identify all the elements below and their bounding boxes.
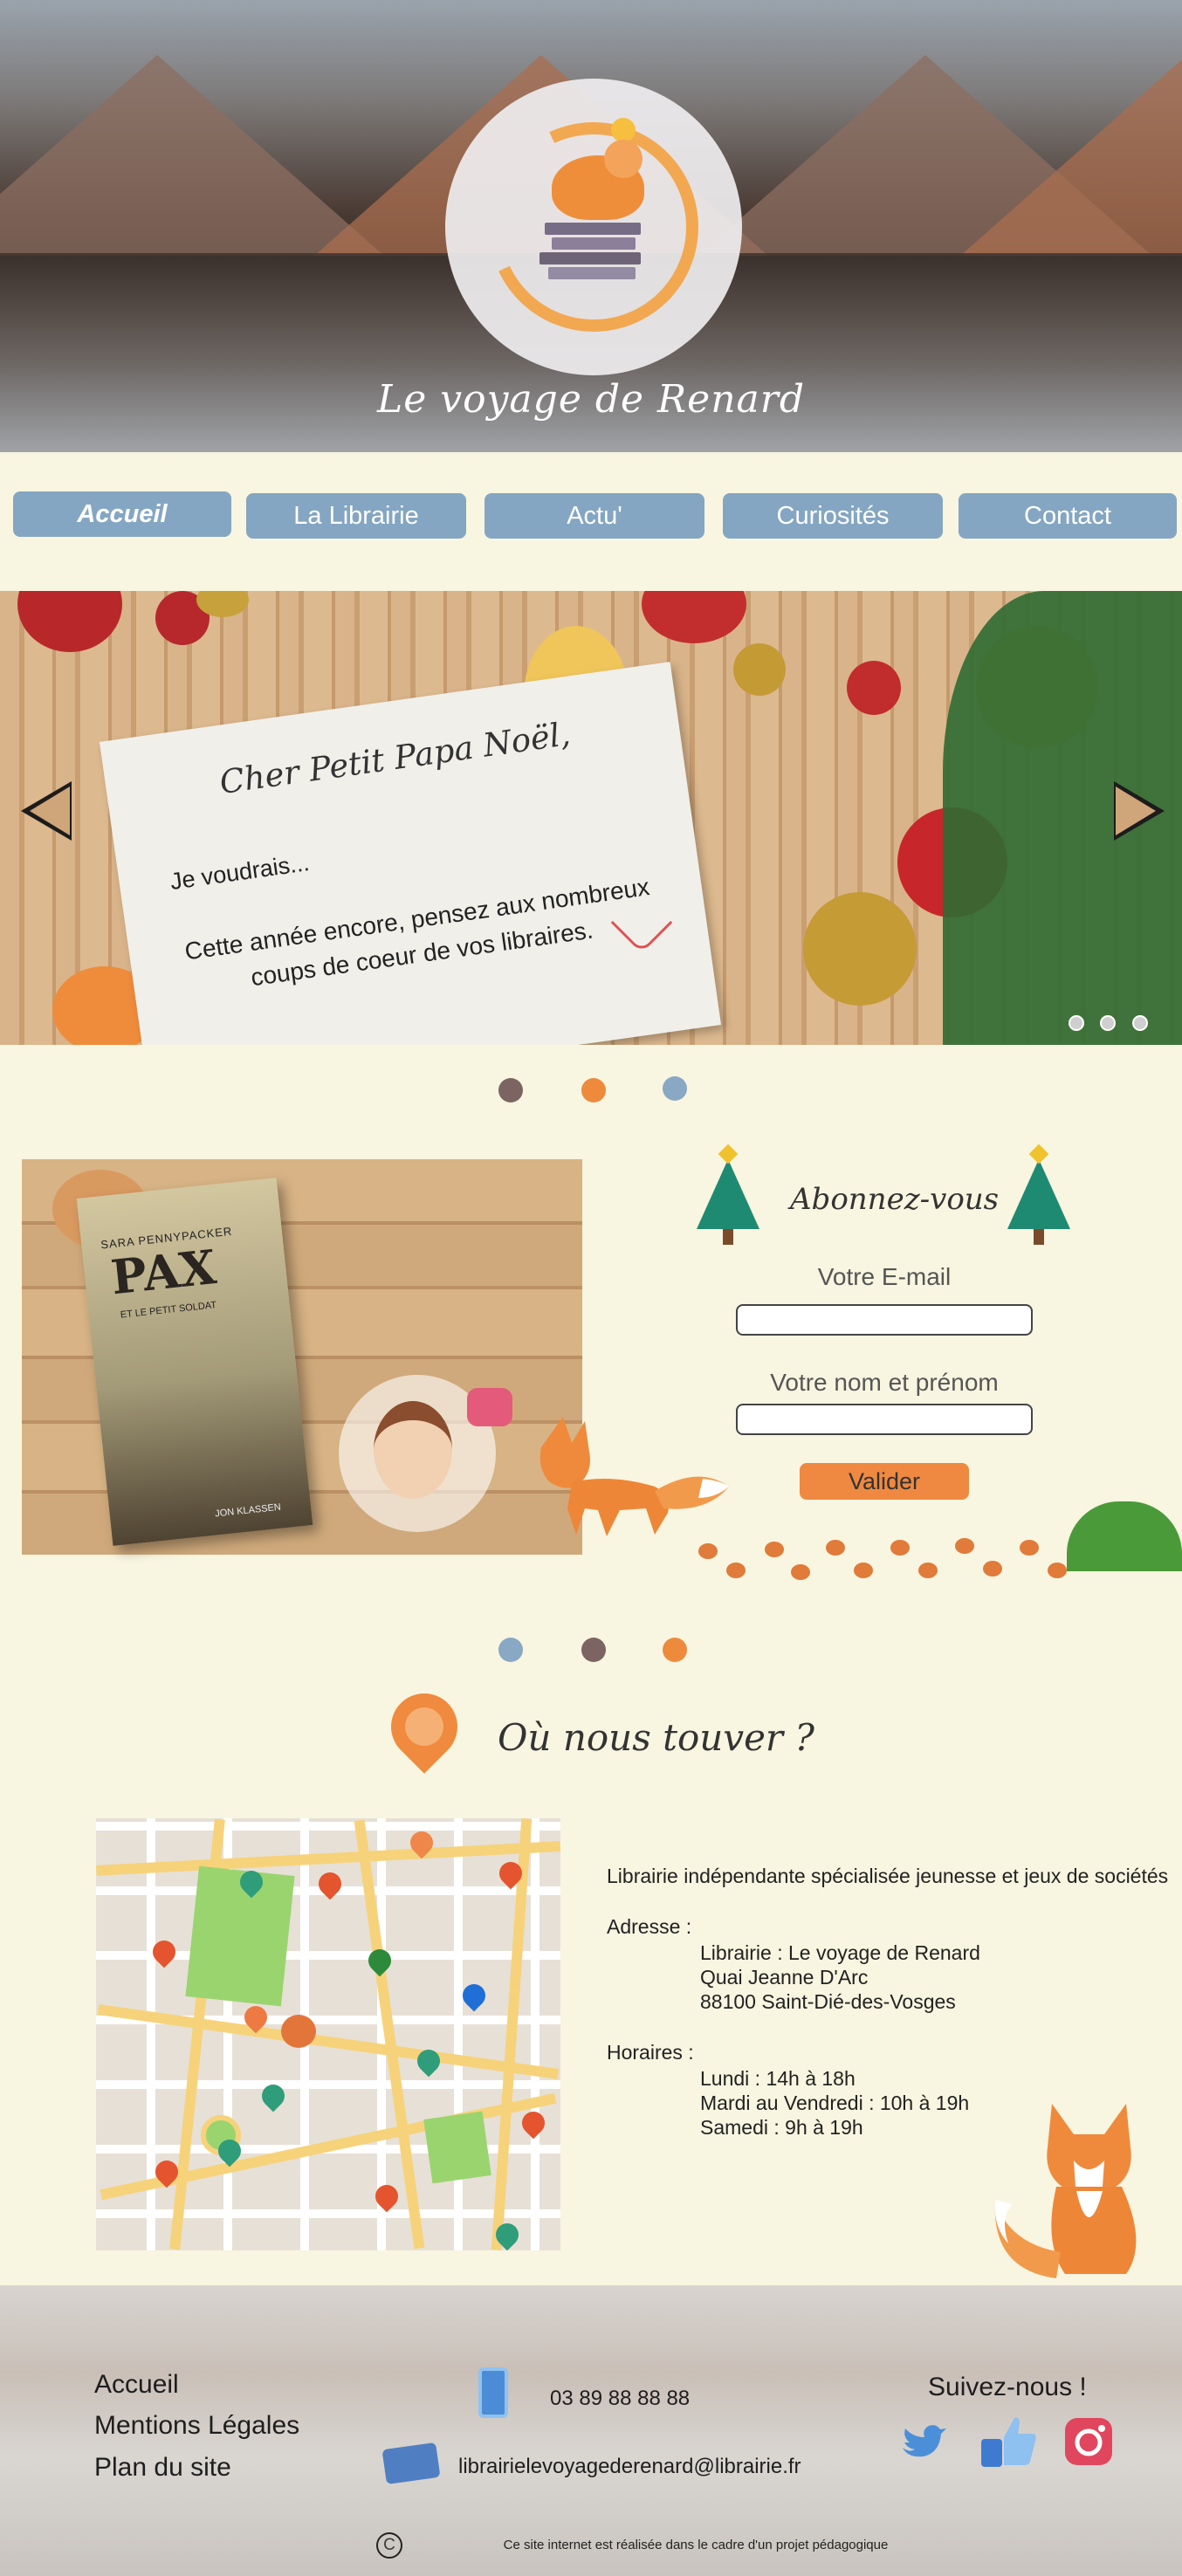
site-title: Le voyage de Renard <box>376 377 805 422</box>
nav-actu[interactable]: Actu' <box>484 493 704 539</box>
ornament-ball <box>642 591 746 643</box>
footer-link-accueil[interactable]: Accueil <box>94 2370 179 2400</box>
address-line: Quai Jeanne D'Arc <box>700 1966 869 1989</box>
newsletter-title: Abonnez-vous <box>790 1182 1000 1217</box>
facebook-like-icon[interactable] <box>981 2413 1037 2469</box>
map-marker-icon[interactable] <box>457 1979 491 2012</box>
paw-print-icon <box>826 1540 845 1556</box>
paw-print-icon <box>918 1563 938 1578</box>
name-label: Votre nom et prénom <box>770 1369 999 1396</box>
nav-curiosites[interactable]: Curiosités <box>723 493 943 539</box>
slider-next-arrow-icon[interactable] <box>1114 781 1165 841</box>
footer-link-mentions[interactable]: Mentions Légales <box>94 2411 299 2441</box>
main-nav: Accueil La Librairie Actu' Curiosités Co… <box>13 491 1177 539</box>
section-dot <box>498 1638 523 1662</box>
hours-line: Samedi : 9h à 19h <box>700 2116 863 2139</box>
hours-line: Lundi : 14h à 18h <box>700 2067 856 2090</box>
sleeping-fox-icon <box>552 140 644 220</box>
map-marker-icon[interactable] <box>313 1867 347 1900</box>
nav-librairie[interactable]: La Librairie <box>246 493 466 539</box>
section-dot <box>581 1078 606 1103</box>
twitter-icon[interactable] <box>897 2416 948 2467</box>
phone-icon <box>478 2367 508 2418</box>
letter-line1: Je voudrais... <box>168 849 312 896</box>
paw-print-icon <box>698 1543 718 1559</box>
paw-print-icon <box>765 1542 784 1557</box>
book-title: PAX <box>108 1239 219 1306</box>
christmas-letter: Cher Petit Papa Noël, Je voudrais... Cet… <box>99 662 722 1045</box>
ornament-ball <box>17 591 122 652</box>
footer-phone[interactable]: 03 89 88 88 88 <box>550 2387 690 2411</box>
map-marker-icon[interactable] <box>517 2106 550 2140</box>
paw-print-icon <box>1048 1563 1067 1578</box>
envelope-icon <box>381 2442 441 2485</box>
city-map[interactable] <box>96 1818 560 2250</box>
logo-sun <box>611 118 636 142</box>
christmas-tree-icon <box>1007 1159 1070 1245</box>
address-line: Librairie : Le voyage de Renard <box>700 1941 980 1964</box>
email-field[interactable] <box>736 1304 1033 1336</box>
slider-indicator-dot[interactable] <box>1132 1015 1148 1031</box>
address-line: 88100 Saint-Dié-des-Vosges <box>700 1990 956 2013</box>
footer-email[interactable]: librairielevoyagederenard@librairie.fr <box>458 2455 801 2479</box>
map-marker-icon[interactable] <box>370 2180 403 2213</box>
bush-decoration <box>1067 1501 1182 1571</box>
map-marker-icon[interactable] <box>363 1944 396 1977</box>
park-area <box>423 2111 491 2184</box>
instagram-icon[interactable] <box>1063 2416 1114 2467</box>
hours-label: Horaires : <box>607 2041 694 2064</box>
paw-print-icon <box>791 1564 810 1580</box>
address-label: Adresse : <box>607 1915 692 1938</box>
name-field[interactable] <box>736 1404 1033 1435</box>
ornament-ball <box>847 661 901 715</box>
paw-print-icon <box>890 1540 910 1556</box>
section-dot <box>663 1638 687 1662</box>
location-title: Où nous touver ? <box>498 1716 814 1759</box>
book-illustrator: JON KLASSEN <box>214 1501 282 1520</box>
sitting-fox-icon <box>994 2104 1137 2278</box>
mountain-decoration <box>960 55 1182 256</box>
page: Le voyage de Renard Accueil La Librairie… <box>0 0 1182 2576</box>
hero-slider: Cher Petit Papa Noël, Je voudrais... Cet… <box>0 591 1182 1045</box>
ornament-ball <box>733 643 786 696</box>
email-label: Votre E-mail <box>817 1263 952 1290</box>
social-title: Suivez-nous ! <box>928 2373 1087 2401</box>
submit-button[interactable]: Valider <box>800 1463 969 1500</box>
paw-print-icon <box>726 1563 746 1578</box>
slider-indicator-dot[interactable] <box>1100 1015 1116 1031</box>
nav-contact[interactable]: Contact <box>959 493 1177 539</box>
slider-prev-arrow-icon[interactable] <box>21 781 72 841</box>
paw-print-icon <box>983 1561 1002 1577</box>
footer-credit: Ce site internet est réalisée dans le ca… <box>503 2538 889 2552</box>
letter-line2: Cette année encore, pensez aux nombreux … <box>182 873 651 992</box>
book-stack-icon <box>539 220 644 282</box>
christmas-tree-icon <box>697 1159 759 1245</box>
letter-greeting: Cher Petit Papa Noël, <box>216 715 573 802</box>
nav-accueil[interactable]: Accueil <box>13 491 231 537</box>
running-fox-icon <box>539 1417 729 1536</box>
book-cover: SARA PENNYPACKER PAX ET LE PETIT SOLDAT … <box>76 1178 313 1546</box>
location-pin-icon <box>377 1680 471 1774</box>
shop-description: Librairie indépendante spécialisée jeune… <box>607 1865 1169 1887</box>
section-dot <box>498 1078 523 1103</box>
park-area <box>185 1865 295 2007</box>
map-marker-icon[interactable] <box>257 2079 290 2112</box>
section-dot <box>581 1638 606 1662</box>
paw-print-icon <box>955 1538 974 1554</box>
ornament-ball <box>803 892 917 1006</box>
hours-line: Mardi au Vendredi : 10h à 19h <box>700 2092 970 2114</box>
footer-link-plan[interactable]: Plan du site <box>94 2453 231 2483</box>
slider-indicator-dot[interactable] <box>1069 1015 1084 1031</box>
heart-bubble-icon <box>467 1388 512 1426</box>
map-marker-icon[interactable] <box>148 1935 181 1968</box>
paw-marker-icon <box>281 2015 316 2048</box>
paw-print-icon <box>854 1563 873 1578</box>
paw-print-icon <box>1020 1540 1039 1556</box>
section-dot <box>663 1076 687 1101</box>
